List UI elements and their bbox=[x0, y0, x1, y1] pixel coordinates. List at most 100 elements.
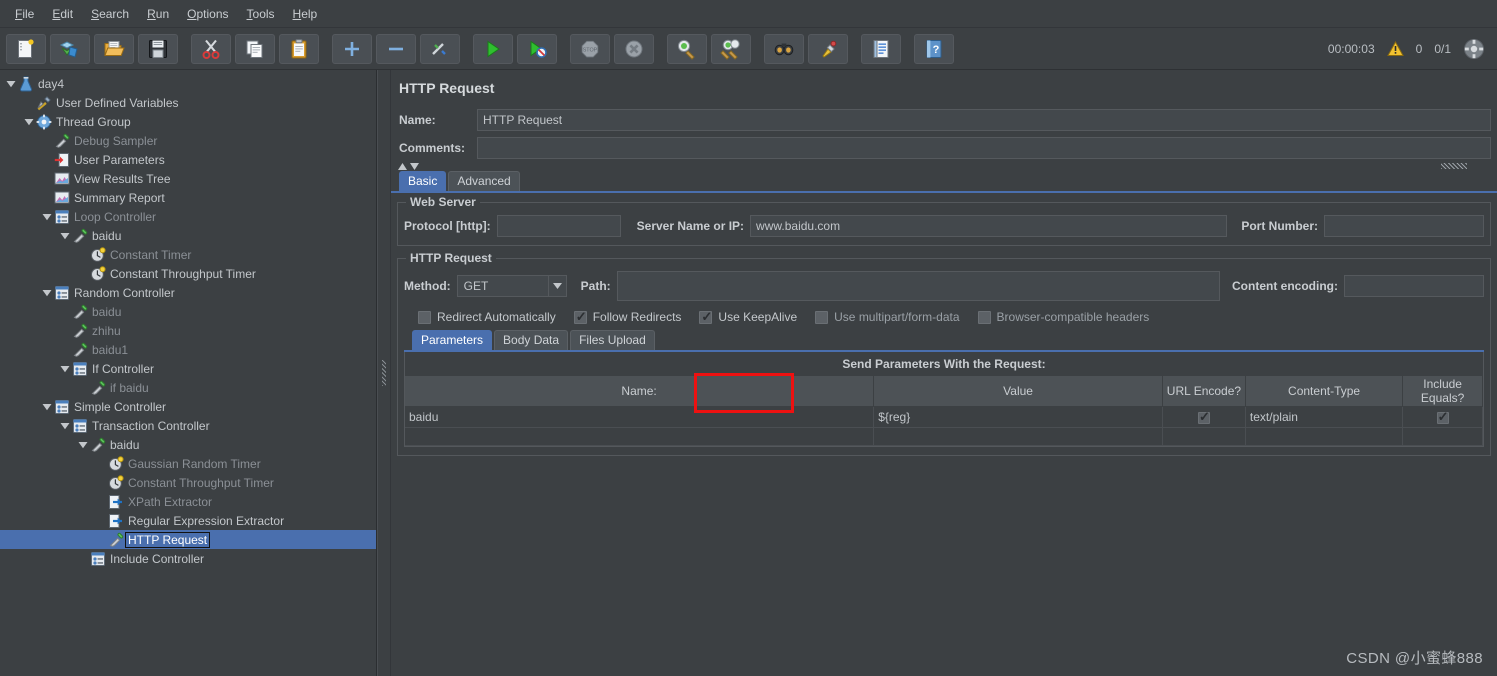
port-input[interactable] bbox=[1324, 215, 1484, 237]
tree-node-baidu[interactable]: baidu bbox=[0, 302, 376, 321]
menu-item-help[interactable]: Help bbox=[284, 3, 327, 25]
panel-splitter[interactable] bbox=[377, 70, 391, 676]
tree-node-http-request[interactable]: HTTP Request bbox=[0, 530, 376, 549]
checkbox-use-keepalive[interactable]: Use KeepAlive bbox=[699, 309, 797, 325]
checkbox-box[interactable] bbox=[573, 309, 587, 325]
tree-node-xpath-extractor[interactable]: XPath Extractor bbox=[0, 492, 376, 511]
checkbox-browser-compatible-headers[interactable]: Browser-compatible headers bbox=[977, 310, 1149, 324]
checkbox-box[interactable] bbox=[699, 309, 713, 325]
chevron-down-icon[interactable] bbox=[547, 276, 566, 296]
new-button[interactable] bbox=[6, 33, 46, 64]
tree-node-loop-controller[interactable]: Loop Controller bbox=[0, 207, 376, 226]
resize-grip[interactable] bbox=[1441, 163, 1467, 169]
tree-node-regular-expression-extractor[interactable]: Regular Expression Extractor bbox=[0, 511, 376, 530]
tree-node-gaussian-random-timer[interactable]: Gaussian Random Timer bbox=[0, 454, 376, 473]
tree-expand-toggle[interactable] bbox=[22, 115, 35, 128]
checkbox-box[interactable] bbox=[977, 310, 991, 324]
checkbox-box[interactable] bbox=[1436, 409, 1449, 425]
checkbox-box[interactable] bbox=[1197, 409, 1210, 425]
tree-expand-toggle[interactable] bbox=[76, 438, 89, 451]
expand-all-button[interactable] bbox=[332, 33, 372, 64]
table-cell[interactable]: ${reg} bbox=[873, 406, 1163, 428]
tree-node-view-results-tree[interactable]: View Results Tree bbox=[0, 169, 376, 188]
tree-node-constant-timer[interactable]: Constant Timer bbox=[0, 245, 376, 264]
tree-node-simple-controller[interactable]: Simple Controller bbox=[0, 397, 376, 416]
save-button[interactable] bbox=[138, 33, 178, 64]
comments-input[interactable] bbox=[477, 137, 1491, 159]
tree-node-summary-report[interactable]: Summary Report bbox=[0, 188, 376, 207]
column-header[interactable]: Content-Type bbox=[1245, 376, 1404, 407]
tree-expand-toggle[interactable] bbox=[58, 229, 71, 242]
menu-item-tools[interactable]: Tools bbox=[238, 3, 284, 25]
tree-expand-toggle[interactable] bbox=[40, 286, 53, 299]
subtab-files-upload[interactable]: Files Upload bbox=[570, 330, 655, 350]
subtab-parameters[interactable]: Parameters bbox=[412, 330, 493, 350]
table-row-empty[interactable] bbox=[405, 427, 1483, 446]
menu-item-search[interactable]: Search bbox=[82, 3, 138, 25]
parameters-table[interactable]: Name: Value URL Encode? Content-Type Include… bbox=[405, 376, 1483, 446]
column-header[interactable]: Name: bbox=[405, 376, 875, 407]
checkbox-redirect-automatically[interactable]: Redirect Automatically bbox=[418, 310, 556, 324]
paste-button[interactable] bbox=[279, 33, 319, 64]
search-button[interactable] bbox=[764, 33, 804, 64]
table-cell[interactable]: baidu bbox=[405, 406, 875, 428]
tree-node-zhihu[interactable]: zhihu bbox=[0, 321, 376, 340]
menu-item-run[interactable]: Run bbox=[138, 3, 178, 25]
tree-node-thread-group[interactable]: Thread Group bbox=[0, 112, 376, 131]
collapse-toggle[interactable] bbox=[391, 159, 1497, 172]
server-input[interactable]: www.baidu.com bbox=[750, 215, 1228, 237]
table-row[interactable]: baidu${reg} text/plain bbox=[405, 406, 1483, 428]
tree-node-user-defined-variables[interactable]: User Defined Variables bbox=[0, 93, 376, 112]
tree-node-day4[interactable]: day4 bbox=[0, 74, 376, 93]
clear-all-button[interactable] bbox=[711, 33, 751, 64]
tree-node-random-controller[interactable]: Random Controller bbox=[0, 283, 376, 302]
table-cell[interactable]: text/plain bbox=[1245, 406, 1404, 428]
reset-search-button[interactable] bbox=[808, 33, 848, 64]
menu-item-edit[interactable]: Edit bbox=[43, 3, 82, 25]
method-select[interactable]: GET bbox=[456, 275, 567, 297]
menu-item-options[interactable]: Options bbox=[178, 3, 237, 25]
name-input[interactable]: HTTP Request bbox=[477, 109, 1491, 131]
table-cell-empty[interactable] bbox=[405, 427, 875, 446]
start-no-pause-button[interactable] bbox=[517, 33, 557, 64]
tree-node-constant-throughput-timer[interactable]: Constant Throughput Timer bbox=[0, 264, 376, 283]
toggle-button[interactable] bbox=[420, 33, 460, 64]
tree-expand-toggle[interactable] bbox=[40, 210, 53, 223]
tree-node-debug-sampler[interactable]: Debug Sampler bbox=[0, 131, 376, 150]
stop-button[interactable]: STOP bbox=[570, 33, 610, 64]
url-encode-checkbox[interactable] bbox=[1162, 406, 1246, 428]
warning-icon[interactable] bbox=[1386, 40, 1404, 57]
column-header[interactable]: Value bbox=[873, 376, 1163, 407]
tab-advanced[interactable]: Advanced bbox=[448, 171, 520, 191]
open-button[interactable] bbox=[94, 33, 134, 64]
tree-node-user-parameters[interactable]: User Parameters bbox=[0, 150, 376, 169]
tree-expand-toggle[interactable] bbox=[40, 400, 53, 413]
checkbox-use-multipart-form-data[interactable]: Use multipart/form-data bbox=[815, 310, 960, 324]
column-header[interactable]: URL Encode? bbox=[1162, 376, 1246, 407]
remote-status-icon[interactable] bbox=[1463, 38, 1485, 60]
tab-basic[interactable]: Basic bbox=[399, 171, 447, 191]
protocol-input[interactable] bbox=[496, 215, 621, 237]
content-encoding-input[interactable] bbox=[1344, 275, 1484, 297]
clear-button[interactable] bbox=[667, 33, 707, 64]
table-cell-empty[interactable] bbox=[1402, 427, 1483, 446]
tree-node-baidu[interactable]: baidu bbox=[0, 435, 376, 454]
templates-button[interactable] bbox=[50, 33, 90, 64]
help-button[interactable]: ? bbox=[914, 33, 954, 64]
copy-button[interactable] bbox=[235, 33, 275, 64]
function-helper-button[interactable] bbox=[861, 33, 901, 64]
tree-node-transaction-controller[interactable]: Transaction Controller bbox=[0, 416, 376, 435]
tree-node-include-controller[interactable]: Include Controller bbox=[0, 549, 376, 568]
start-button[interactable] bbox=[473, 33, 513, 64]
subtab-body-data[interactable]: Body Data bbox=[494, 330, 569, 350]
checkbox-box[interactable] bbox=[418, 310, 431, 324]
path-input[interactable] bbox=[616, 271, 1221, 301]
tree-node-baidu1[interactable]: baidu1 bbox=[0, 340, 376, 359]
cut-button[interactable] bbox=[191, 33, 231, 64]
table-cell-empty[interactable] bbox=[1245, 427, 1404, 446]
tree-expand-toggle[interactable] bbox=[58, 419, 71, 432]
table-cell-empty[interactable] bbox=[1162, 427, 1246, 446]
tree-node-baidu[interactable]: baidu bbox=[0, 226, 376, 245]
include-equals-checkbox[interactable] bbox=[1402, 406, 1483, 428]
column-header[interactable]: Include Equals? bbox=[1402, 376, 1483, 407]
